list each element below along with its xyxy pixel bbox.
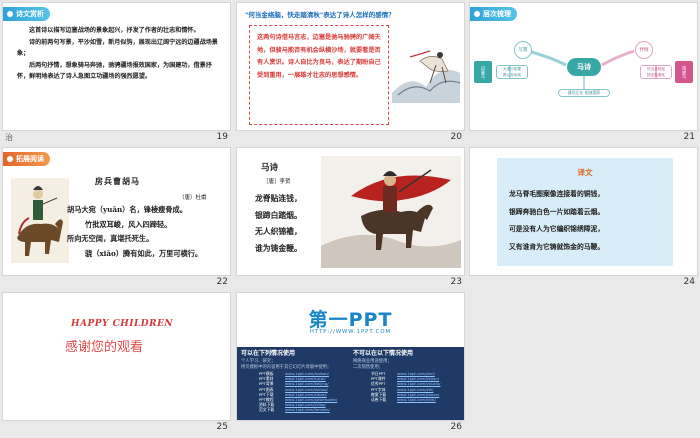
paragraph: 这首诗以描写边塞战场的景象起兴，抒发了作者的壮志和情怀。 [29,27,200,34]
poem-line: 银蹄白踏烟。 [255,210,302,220]
slide-number: 22 [216,277,228,287]
site-url: HTTP://WWW.1PPT.COM [309,329,392,335]
allowed-item: 拷贝模板中的内容用于其它幻灯片母版中使用； [241,364,332,370]
section-tag-label: 诗文赏析 [16,10,44,18]
translation-lines: 龙马脊毛图案像连接着的铜钱， 银蹄奔驰白色一片如踏着云烟。 可是没有人为它编织锦… [509,186,604,256]
left-links: PPT模板 www.1ppt.com/moban/ PPT素材 www.1ppt.c… [259,371,337,413]
forbidden-heading: 不可以在以下情况使用 [353,350,414,357]
center-node: 马诗 [567,58,601,76]
bottom-node: 建功立业 报效国家 [558,89,610,97]
analysis-text: 这首诗以描写边塞战场的景象起兴，抒发了作者的壮志和情怀。 诗的前两句写景，平沙如… [17,25,219,83]
slide-thumbnail-20[interactable]: "何当金络脑，快走踏清秋"表达了诗人怎样的感情？ 这两句诗借马言志，边塞是驰马驰… [237,3,464,144]
bottom-label: 建功立业 [567,90,583,95]
translation-box: 译文 龙马脊毛图案像连接着的铜钱， 银蹄奔驰白色一片如踏着云烟。 可是没有人为它… [497,158,673,266]
poem-line: 胡马大宛（yuān）名，锋棱瘦骨成。 [67,205,187,214]
question-text: "何当金络脑，快走踏清秋"表达了诗人怎样的感情？ [245,11,395,19]
left-detail-box: 大漠沙如雪 燕山月似钩 [496,65,528,79]
right-side-node: 渴望马 [675,61,693,83]
poem-line: 所向无空阔，真堪托死生。 [67,234,154,243]
translation-line: 银蹄奔驰白色一片如踏着云烟。 [509,207,605,216]
slide-canvas: 译文 龙马脊毛图案像连接着的铜钱， 银蹄奔驰白色一片如踏着云烟。 可是没有人为它… [470,148,697,275]
slide-thumbnail-25[interactable]: HAPPY CHILDREN 感谢您的观看 25 [3,293,230,434]
section-tag-label: 拓展阅读 [16,155,44,163]
happy-children-heading: HAPPY CHILDREN [71,319,174,329]
translation-line: 又有谁肯为它铸就饰金的马鞭。 [509,242,605,251]
translation-line: 龙马脊毛图案像连接着的铜钱， [509,190,605,198]
link[interactable]: www.1ppt.com/fanwen/ [285,407,330,412]
section-tag: 拓展阅读 [3,152,50,166]
slide-number: 20 [450,132,462,142]
slide-canvas: 拓展阅读 房兵曹胡马 （唐）杜甫 胡马大宛（yuān）名，锋棱瘦骨成。 竹批双耳… [3,148,230,275]
poem-line: 谁为铸金鞭。 [255,243,302,253]
slide-canvas: 第一PPT HTTP://WWW.1PPT.COM 可以在下列情况使用 个人学习… [237,293,464,420]
bottom-label: 报效国家 [585,90,601,95]
bullet-icon [7,11,13,17]
answer-box: 这两句诗借马言志，边塞是驰马驰骋的广阔天地，但骏马能否有机会纵横沙场，就要看是否… [249,25,389,125]
poem-line: 龙脊贴连钱， [255,194,302,203]
poem-author: （唐）杜甫 [179,195,207,201]
right-links: 节日PPT www.1ppt.com/jieri/ PPT课件 www.1ppt.c… [371,371,440,403]
poem-line: 骁（xiāo）腾有如此，万里可横行。 [85,248,203,258]
slide-number: 25 [216,422,228,432]
slide-number: 23 [450,277,462,287]
slide-number: 26 [450,422,462,432]
slide-thumbnail-19[interactable]: 诗文赏析 这首诗以描写边塞战场的景象起兴，抒发了作者的壮志和情怀。 诗的前两句写… [3,3,230,144]
slide-canvas: HAPPY CHILDREN 感谢您的观看 [3,293,230,420]
link[interactable]: www.1ppt.com/shiti/ [397,397,436,402]
allowed-heading: 可以在下列情况使用 [241,350,296,357]
right-top-node: 抒情 [635,41,653,59]
forbidden-item: 二次销售使用； [353,364,384,370]
poem-line: 无人织锦襜， [255,227,302,236]
poem-line: 竹批双耳峻，风入四蹄轻。 [85,219,172,229]
right-detail-box: 何当金络脑 快走踏清秋 [640,65,672,79]
translation-title: 译文 [577,168,593,177]
slide-canvas: "何当金络脑，快走踏清秋"表达了诗人怎样的感情？ 这两句诗借马言志，边塞是驰马驰… [237,3,464,130]
left-side-node: 边塞马 [474,61,492,83]
slide-canvas: 层次梳理 马诗 写景 抒情 边塞马 渴望马 大漠沙如雪 燕山月似钩 何当金络脑 … [470,3,697,130]
horse-rider-illustration [11,178,69,263]
detail-line: 燕山月似钩 [503,72,521,77]
site-logo: 第一PPT [308,309,393,331]
translation-line: 可是没有人为它编织锦绣障泥， [509,225,605,233]
slide-thumbnail-26[interactable]: 第一PPT HTTP://WWW.1PPT.COM 可以在下列情况使用 个人学习… [237,293,464,434]
forbidden-usage: 不可以在以下情况使用 网络商业用途使用； 二次销售使用； [353,351,461,370]
poem-lines: 胡马大宛（yuān）名，锋棱瘦骨成。 竹批双耳峻，风入四蹄轻。 所向无空阔，真堪… [67,203,227,261]
paragraph: 诗的前两句写景，平沙如雪，新月似钩，展现出辽阔宁远的边疆战场景象； [17,38,218,58]
slide-thumbnail-24[interactable]: 译文 龙马脊毛图案像连接着的铜钱， 银蹄奔驰白色一片如踏着云烟。 可是没有人为它… [470,148,697,289]
thanks-text: 感谢您的观看 [65,340,144,355]
warrior-horse-image [321,156,461,268]
link-label: 范文下载 [259,407,275,413]
bullet-icon [7,156,13,162]
slide-thumbnail-23[interactable]: 马诗 ［唐］李贺 龙脊贴连钱， 银蹄白踏烟。 无人织锦襜， 谁为铸金鞭。 23 [237,148,464,289]
section-tag: 诗文赏析 [3,7,50,21]
slide-number: 19 [216,132,228,142]
allowed-usage: 可以在下列情况使用 个人学习、研究； 拷贝模板中的内容用于其它幻灯片母版中使用； [241,351,349,370]
slide-thumbnail-21[interactable]: 层次梳理 马诗 写景 抒情 边塞马 渴望马 大漠沙如雪 燕山月似钩 何当金络脑 … [470,3,697,144]
slide-number: 24 [683,277,695,287]
poem-author: ［唐］李贺 [263,179,291,185]
paragraph: 后两句抒情，想象骑马奔驰，驰骋疆场报效国家，为国建功，借景抒怀，鲜明地表达了诗人… [17,61,212,81]
poem-title: 马诗 [261,163,279,173]
ink-painting-image [392,50,461,103]
slide-canvas: 马诗 ［唐］李贺 龙脊贴连钱， 银蹄白踏烟。 无人织锦襜， 谁为铸金鞭。 [237,148,464,275]
slide-number: 21 [683,132,695,142]
poem-lines: 龙脊贴连钱， 银蹄白踏烟。 无人织锦襜， 谁为铸金鞭。 [255,191,302,257]
poem-title: 房兵曹胡马 [95,176,140,186]
slide-thumbnail-22[interactable]: 拓展阅读 房兵曹胡马 （唐）杜甫 胡马大宛（yuān）名，锋棱瘦骨成。 竹批双耳… [3,148,230,289]
link-label: 试卷下载 [371,397,387,403]
usage-panel: 可以在下列情况使用 个人学习、研究； 拷贝模板中的内容用于其它幻灯片母版中使用；… [237,347,464,420]
corner-mark: 治 [5,133,13,142]
detail-line: 快走踏清秋 [647,72,665,77]
slide-canvas: 诗文赏析 这首诗以描写边塞战场的景象起兴，抒发了作者的壮志和情怀。 诗的前两句写… [3,3,230,130]
left-top-node: 写景 [514,41,532,59]
